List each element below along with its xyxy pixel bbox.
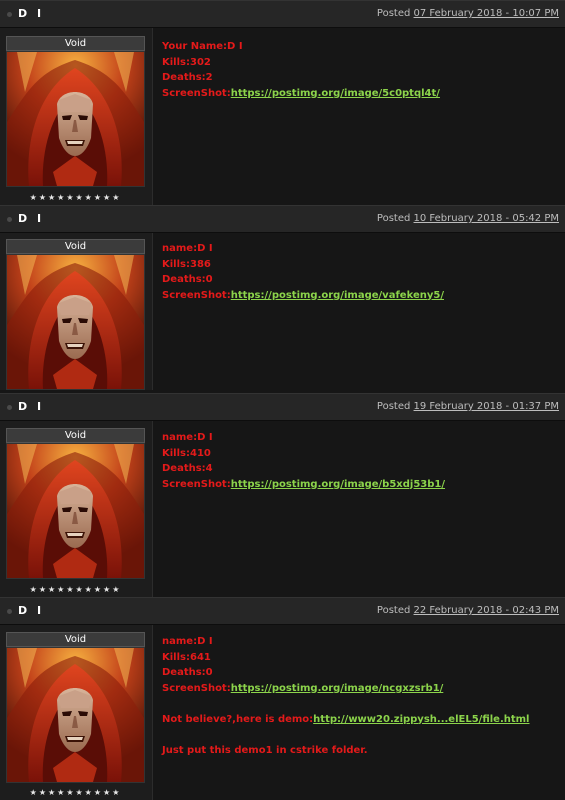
member-group-title: Void [6,36,145,51]
post-content: name:D I Kills:386 Deaths:0 ScreenShot:h… [162,241,559,303]
content-text: Kills:386 [162,258,211,270]
post-date: Posted 19 February 2018 - 01:37 PM [377,401,559,412]
content-line: Deaths:4 [162,461,559,477]
screenshot-link[interactable]: https://postimg.org/image/ncgxzsrb1/ [231,683,444,694]
user-avatar[interactable] [6,443,145,579]
post-header: D I Posted 22 February 2018 - 02:43 PM [0,597,565,625]
forum-post: D I Posted 07 February 2018 - 10:07 PM V… [0,0,565,205]
author-name-link[interactable]: D I [18,400,44,413]
hooded-figure-avatar-image [7,255,144,389]
forum-post: D I Posted 19 February 2018 - 01:37 PM V… [0,393,565,597]
user-avatar[interactable] [6,647,145,783]
content-text: name:D I [162,432,213,443]
content-line: Kills:302 [162,55,559,71]
content-line: ScreenShot:https://postimg.org/image/5c0… [162,86,559,102]
post-content: name:D I Kills:641 Deaths:0 ScreenShot:h… [162,634,559,758]
content-line: Just put this demo1 in cstrike folder. [162,743,559,759]
content-text: Not believe?,here is demo: [162,713,314,725]
content-text: ScreenShot: [162,289,231,301]
offline-status-icon [7,609,12,614]
content-line: ScreenShot:https://postimg.org/image/b5x… [162,477,559,493]
author-name-link[interactable]: D I [18,212,44,225]
content-line: Deaths:2 [162,70,559,86]
author-name-link[interactable]: D I [18,7,44,20]
post-header: D I Posted 07 February 2018 - 10:07 PM [0,0,565,28]
content-line: Kills:641 [162,650,559,666]
post-date: Posted 22 February 2018 - 02:43 PM [377,605,559,616]
member-group-title: Void [6,632,145,647]
offline-status-icon [7,217,12,222]
post-content: Your Name:D I Kills:302 Deaths:2 ScreenS… [162,39,559,101]
post-permalink[interactable]: 22 February 2018 - 02:43 PM [414,605,559,616]
content-line: Not believe?,here is demo:http://www20.z… [162,712,559,728]
screenshot-link[interactable]: https://postimg.org/image/b5xdj53b1/ [231,479,445,490]
user-avatar[interactable] [6,254,145,390]
author-info-column: Void ★★★★★★★★★★ [0,625,153,800]
content-line: name:D I [162,430,559,446]
screenshot-link[interactable]: https://postimg.org/image/5c0ptql4t/ [231,88,440,99]
content-line: ScreenShot:https://postimg.org/image/vaf… [162,288,559,304]
content-line: Kills:410 [162,446,559,462]
forum-post: D I Posted 10 February 2018 - 05:42 PM V… [0,205,565,390]
post-header: D I Posted 19 February 2018 - 01:37 PM [0,393,565,421]
post-content: name:D I Kills:410 Deaths:4 ScreenShot:h… [162,430,559,492]
content-text: Kills:641 [162,651,211,663]
content-line: name:D I [162,634,559,650]
screenshot-link[interactable]: https://postimg.org/image/vafekeny5/ [231,290,444,301]
content-text: Kills:302 [162,56,211,68]
content-text: ScreenShot: [162,87,231,99]
content-text: name:D I [162,636,213,647]
content-text: Just put this demo1 in cstrike folder. [162,744,368,756]
forum-post: D I Posted 22 February 2018 - 02:43 PM V… [0,597,565,800]
member-group-title: Void [6,239,145,254]
content-line: Deaths:0 [162,272,559,288]
post-header: D I Posted 10 February 2018 - 05:42 PM [0,205,565,233]
rank-stars-icon: ★★★★★★★★★★ [29,788,122,797]
offline-status-icon [7,12,12,17]
member-group-title: Void [6,428,145,443]
content-text: Deaths:0 [162,667,213,678]
user-avatar[interactable] [6,51,145,187]
hooded-figure-avatar-image [7,444,144,578]
content-text: Kills:410 [162,447,211,459]
posted-label: Posted [376,401,411,412]
author-info-column: Void ★★★★★★★★★★ [0,421,153,597]
rank-stars-icon: ★★★★★★★★★★ [29,585,122,594]
demo-download-link[interactable]: http://www20.zippysh...elEL5/file.html [313,714,529,725]
post-permalink[interactable]: 10 February 2018 - 05:42 PM [414,213,559,224]
content-text: Deaths:4 [162,463,213,474]
content-text: ScreenShot: [162,682,231,694]
post-permalink[interactable]: 07 February 2018 - 10:07 PM [414,8,559,19]
content-text: ScreenShot: [162,478,231,490]
hooded-figure-avatar-image [7,52,144,186]
content-text: Deaths:0 [162,274,213,285]
author-name-link[interactable]: D I [18,604,44,617]
posted-label: Posted [376,213,411,224]
posted-label: Posted [376,605,411,616]
rank-stars-icon: ★★★★★★★★★★ [29,193,122,202]
author-info-column: Void ★★★★★★★★★★ [0,28,153,205]
offline-status-icon [7,405,12,410]
author-info-column: Void [0,233,153,390]
post-date: Posted 10 February 2018 - 05:42 PM [377,213,559,224]
post-permalink[interactable]: 19 February 2018 - 01:37 PM [414,401,559,412]
content-line: Your Name:D I [162,39,559,55]
content-line: Kills:386 [162,257,559,273]
post-date: Posted 07 February 2018 - 10:07 PM [377,8,559,19]
content-line: name:D I [162,241,559,257]
hooded-figure-avatar-image [7,648,144,782]
content-text: Your Name:D I [162,41,243,52]
content-line: Deaths:0 [162,665,559,681]
content-text: name:D I [162,243,213,254]
posted-label: Posted [376,8,411,19]
content-line: ScreenShot:https://postimg.org/image/ncg… [162,681,559,697]
content-text: Deaths:2 [162,72,213,83]
